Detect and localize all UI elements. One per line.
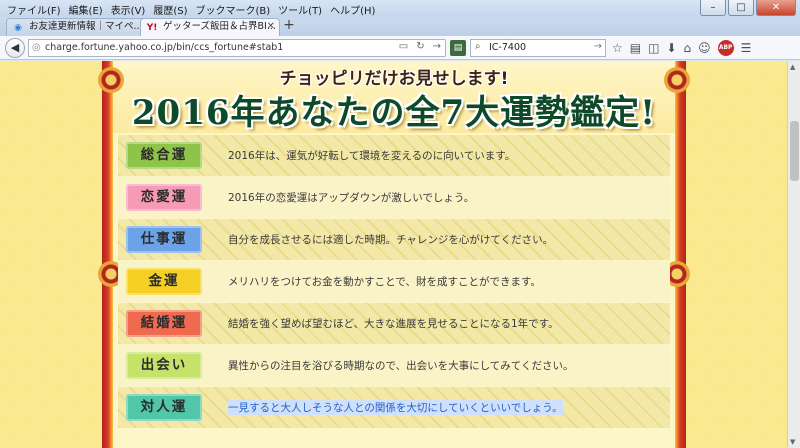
fortune-panel: チョッピリだけお見せします! 2016年あなたの全7大運勢鑑定! 総合運 201… xyxy=(98,61,690,448)
back-arrow-icon: ◀ xyxy=(10,41,20,54)
page-viewport: チョッピリだけお見せします! 2016年あなたの全7大運勢鑑定! 総合運 201… xyxy=(0,61,787,448)
reload-icon[interactable]: ↻ xyxy=(416,41,424,52)
scroll-up-icon[interactable]: ▲ xyxy=(790,63,795,71)
chat-icon[interactable]: ☺ xyxy=(698,39,711,57)
tab-friends-updates[interactable]: ◉ お友達更新情報｜マイペ... xyxy=(6,18,146,36)
menu-view[interactable]: 表示(V) xyxy=(110,2,147,17)
maximize-button[interactable]: □ xyxy=(728,0,754,16)
fortune-row-marriage: 結婚運 結婚を強く望めば望むほど、大きな進展を見せることになる1年です。 xyxy=(118,303,670,344)
fortune-text: 異性からの注目を浴びる時期なので、出会いを大事にしてみてください。 xyxy=(228,360,574,372)
search-bar[interactable]: ⌕ → xyxy=(470,39,606,57)
sidebar-toggle-icon[interactable]: ▤ xyxy=(450,40,466,56)
fortune-badge: 金運 xyxy=(126,268,202,295)
home-icon[interactable]: ⌂ xyxy=(684,39,692,57)
yahoo-icon: Y! xyxy=(146,23,158,33)
fortune-row-overall: 総合運 2016年は、運気が好転して環境を変えるのに向いています。 xyxy=(118,135,670,176)
globe-icon: ◎ xyxy=(32,42,41,53)
fortune-badge: 対人運 xyxy=(126,394,202,421)
reader-view-icon[interactable]: ▭ xyxy=(399,41,408,52)
bookmark-star-icon[interactable]: ☆ xyxy=(612,39,623,57)
fortune-text: 結婚を強く望めば望むほど、大きな進展を見せることになる1年です。 xyxy=(228,318,559,330)
forward-arrow-icon[interactable]: → xyxy=(433,41,441,52)
url-actions: ▭ ↻ → xyxy=(399,41,441,52)
toolbar-icons: ☆ ▤ ◫ ⬇ ⌂ ☺ ABP ☰ xyxy=(612,39,751,57)
search-go-icon[interactable]: → xyxy=(594,41,602,52)
pocket-icon[interactable]: ◫ xyxy=(648,39,659,57)
menu-bar: ファイル(F) 編集(E) 表示(V) 履歴(S) ブックマーク(B) ツール(… xyxy=(0,0,376,18)
menu-tools[interactable]: ツール(T) xyxy=(277,2,323,17)
fortune-text: 2016年の恋愛運はアップダウンが激しいでしょう。 xyxy=(228,192,475,204)
fortune-badge: 仕事運 xyxy=(126,226,202,253)
navigation-bar: ◀ ◎ ▭ ↻ → ▤ ⌕ → ☆ ▤ ◫ ⬇ ⌂ ☺ ABP ☰ xyxy=(0,36,800,60)
fortune-row-money: 金運 メリハリをつけてお金を動かすことで、財を成すことができます。 xyxy=(118,261,670,302)
fortune-badge: 総合運 xyxy=(126,142,202,169)
tab-title: ゲッターズ飯田＆占界BI... xyxy=(163,21,276,32)
fortune-badge: 結婚運 xyxy=(126,310,202,337)
new-tab-button[interactable]: + xyxy=(280,18,298,34)
scroll-down-icon[interactable]: ▼ xyxy=(790,438,795,446)
page-scrollbar[interactable]: ▲ ▼ xyxy=(787,61,800,448)
fortune-text: 自分を成長させるには適した時期。チャレンジを心がけてください。 xyxy=(228,234,554,246)
window-controls: – □ ✕ xyxy=(700,0,796,16)
search-icon: ⌕ xyxy=(475,41,481,52)
search-input[interactable] xyxy=(489,40,589,56)
fortune-row-work: 仕事運 自分を成長させるには適した時期。チャレンジを心がけてください。 xyxy=(118,219,670,260)
page-title: 2016年あなたの全7大運勢鑑定! xyxy=(131,93,657,133)
fortune-row-encounters: 出会い 異性からの注目を浴びる時期なので、出会いを大事にしてみてください。 xyxy=(118,345,670,386)
menu-bookmarks[interactable]: ブックマーク(B) xyxy=(195,2,272,17)
fortune-text: メリハリをつけてお金を動かすことで、財を成すことができます。 xyxy=(228,276,541,288)
fortune-badge: 出会い xyxy=(126,352,202,379)
menu-edit[interactable]: 編集(E) xyxy=(68,2,104,17)
back-button[interactable]: ◀ xyxy=(5,38,25,58)
minimize-button[interactable]: – xyxy=(700,0,726,16)
fortune-list: 総合運 2016年は、運気が好転して環境を変えるのに向いています。 恋愛運 20… xyxy=(118,135,670,429)
fortune-text: 2016年は、運気が好転して環境を変えるのに向いています。 xyxy=(228,150,516,162)
close-window-button[interactable]: ✕ xyxy=(756,0,796,16)
tab-strip: ◉ お友達更新情報｜マイペ... Y! ゲッターズ飯田＆占界BI... ✕ + xyxy=(0,17,800,36)
close-tab-icon[interactable]: ✕ xyxy=(267,19,275,35)
tab-title: お友達更新情報｜マイペ... xyxy=(29,21,143,32)
fortune-row-relations: 対人運 一見すると大人しそうな人との関係を大切にしていくといいでしょう。 xyxy=(118,387,670,428)
url-bar[interactable]: ◎ ▭ ↻ → xyxy=(28,39,446,57)
adblock-icon[interactable]: ABP xyxy=(717,40,734,56)
bookmarks-menu-icon[interactable]: ▤ xyxy=(630,39,641,57)
tab-getters-fortune[interactable]: Y! ゲッターズ飯田＆占界BI... ✕ xyxy=(140,18,280,36)
menu-help[interactable]: ヘルプ(H) xyxy=(329,2,376,17)
fortune-text-selected: 一見すると大人しそうな人との関係を大切にしていくといいでしょう。 xyxy=(228,400,563,415)
friends-icon: ◉ xyxy=(14,23,22,33)
menu-file[interactable]: ファイル(F) xyxy=(6,2,62,17)
menu-history[interactable]: 履歴(S) xyxy=(152,2,188,17)
fortune-badge: 恋愛運 xyxy=(126,184,202,211)
scrollbar-thumb[interactable] xyxy=(790,121,799,181)
download-icon[interactable]: ⬇ xyxy=(666,39,676,57)
hamburger-menu-icon[interactable]: ☰ xyxy=(741,39,752,57)
url-input[interactable] xyxy=(45,40,405,56)
fortune-row-love: 恋愛運 2016年の恋愛運はアップダウンが激しいでしょう。 xyxy=(118,177,670,218)
